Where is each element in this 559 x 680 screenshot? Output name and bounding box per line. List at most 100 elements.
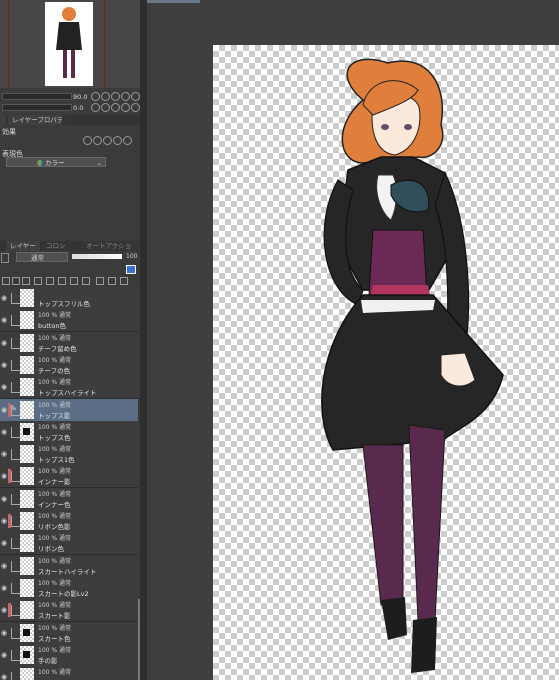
- eye-icon[interactable]: ◉: [0, 577, 8, 599]
- navigator-thumbnail[interactable]: [45, 2, 93, 86]
- layer-thumbnail: [20, 355, 34, 374]
- eye-icon[interactable]: ◉: [0, 443, 8, 465]
- canvas-tab[interactable]: [147, 0, 200, 3]
- draft-layer-icon[interactable]: [58, 277, 66, 285]
- effect-label: 効果: [2, 128, 16, 136]
- actual-size-icon[interactable]: [121, 92, 130, 101]
- tab-correction[interactable]: コロシ: [42, 241, 70, 251]
- rotate-left-icon[interactable]: [91, 103, 100, 112]
- layer-row[interactable]: ◉ 100 % 通常 スカートの影Lv2: [0, 576, 138, 600]
- layer-mode: 100 % 通常: [38, 356, 71, 364]
- clip-link-icon: [11, 359, 20, 371]
- layer-thumbnail: [20, 556, 34, 575]
- layer-list: ◉ トップスフリル色 ◉ 100 % 通常 button色 ◉ 100 % 通常 チーフ留め色…: [0, 287, 140, 680]
- panel-divider[interactable]: [140, 0, 147, 680]
- fit-window-icon[interactable]: [131, 92, 140, 101]
- rotate-right-icon[interactable]: [101, 103, 110, 112]
- rotate-slider[interactable]: [2, 104, 72, 111]
- texture-icon[interactable]: [113, 136, 122, 145]
- opacity-slider[interactable]: [72, 254, 122, 259]
- fit-icon[interactable]: [111, 92, 120, 101]
- layer-name: 手の影: [38, 656, 58, 665]
- layer-row[interactable]: ◉ 100 % 通常 リボン色影: [0, 510, 138, 533]
- eye-icon[interactable]: ◉: [0, 421, 8, 443]
- eye-icon[interactable]: ◉: [0, 309, 8, 331]
- layer-row[interactable]: ◉ 100 % 通常 チーフ留め色: [0, 331, 138, 355]
- trash-icon[interactable]: [108, 277, 116, 285]
- layer-row[interactable]: ◉ 100 % 通常 手の影: [0, 643, 138, 667]
- eye-icon[interactable]: ◉: [0, 622, 8, 644]
- layer-name: スカートハイライト: [38, 567, 97, 576]
- flip-horizontal-icon[interactable]: [121, 103, 130, 112]
- flip-vertical-icon[interactable]: [131, 103, 140, 112]
- tab-layer[interactable]: レイヤー: [6, 241, 40, 251]
- layer-color-icon[interactable]: [103, 136, 112, 145]
- eye-icon[interactable]: ◉: [0, 488, 8, 510]
- eye-icon[interactable]: ◉: [0, 555, 8, 577]
- border-effect-icon[interactable]: [83, 136, 92, 145]
- eye-icon[interactable]: ◉: [0, 287, 8, 309]
- canvas[interactable]: [213, 45, 559, 680]
- layer-row[interactable]: ◉ ✎ 100 % 通常 トップス影: [0, 398, 138, 422]
- new-folder-icon[interactable]: [22, 277, 30, 285]
- layer-mode: 100 % 通常: [38, 423, 71, 431]
- layer-row[interactable]: ◉ 100 % 通常 スカート色: [0, 621, 138, 645]
- zoom-out-icon[interactable]: [91, 92, 100, 101]
- zoom-in-icon[interactable]: [101, 92, 110, 101]
- clip-icon[interactable]: [34, 277, 42, 285]
- merge-down-icon[interactable]: [96, 277, 104, 285]
- zoom-slider[interactable]: [2, 93, 72, 100]
- clip-link-icon: [11, 337, 20, 349]
- layer-name: リボン色影: [38, 523, 71, 531]
- more-effects-icon[interactable]: [123, 136, 132, 145]
- layer-thumbnail: [20, 422, 34, 441]
- layer-row[interactable]: ◉ 100 % 通常 トップスハイライト: [0, 376, 138, 400]
- reset-rotate-icon[interactable]: [111, 103, 120, 112]
- eye-icon[interactable]: ◉: [0, 532, 8, 554]
- layer-row[interactable]: ◉ 100 % 通常 インナー色: [0, 487, 138, 511]
- layer-name: トップス影: [38, 411, 71, 420]
- tab-extra[interactable]: [62, 115, 76, 125]
- lock-transparency-icon[interactable]: [70, 277, 78, 285]
- new-vector-layer-icon[interactable]: [12, 277, 20, 285]
- layer-row[interactable]: ◉ 100 % 通常 リボン色: [0, 532, 138, 556]
- layer-row[interactable]: ◉ 100 % 通常 インナー影: [0, 465, 138, 489]
- lock-icon[interactable]: [1, 253, 9, 263]
- layer-row[interactable]: ◉ 100 % 通常: [0, 666, 138, 680]
- eye-icon[interactable]: ◉: [0, 599, 8, 621]
- layer-row[interactable]: ◉ 100 % 通常 スカートハイライト: [0, 554, 138, 578]
- left-panel: 90.0 0.0 レイヤープロパティ 効果 表現色 カラー ⌄ レイヤー コロシ…: [0, 0, 140, 680]
- tab-auto-action[interactable]: オートアクション: [82, 241, 140, 260]
- layer-row[interactable]: ◉ トップスフリル色: [0, 287, 138, 310]
- menu-icon[interactable]: [120, 277, 128, 285]
- eye-icon[interactable]: ◉: [0, 465, 8, 487]
- layer-row[interactable]: ◉ 100 % 通常 スカート影: [0, 599, 138, 623]
- eye-icon[interactable]: ◉: [0, 644, 8, 666]
- blend-mode-row: 通常 100: [0, 252, 140, 263]
- tone-effect-icon[interactable]: [93, 136, 102, 145]
- layer-row[interactable]: ◉ 100 % 通常 トップス色: [0, 420, 138, 444]
- new-layer-icon[interactable]: [2, 277, 10, 285]
- layer-row[interactable]: ◉ 100 % 通常 トップス1色: [0, 443, 138, 467]
- eye-icon[interactable]: ◉: [0, 332, 8, 354]
- rotate-value[interactable]: 0.0: [73, 104, 83, 112]
- layer-color-swatch[interactable]: [126, 265, 136, 274]
- character-illustration: [321, 58, 504, 673]
- layer-row[interactable]: ◉ 100 % 通常 チーフの色: [0, 353, 138, 377]
- tab-icon[interactable]: [0, 115, 6, 125]
- opacity-value[interactable]: 100: [126, 253, 137, 260]
- thumbnail-figure-image: [56, 7, 82, 78]
- layer-mode: 100 % 通常: [38, 401, 71, 409]
- eye-icon[interactable]: ◉: [0, 666, 8, 680]
- clip-link-icon: [11, 560, 20, 572]
- eye-icon[interactable]: ◉: [0, 376, 8, 398]
- color-mode-dropdown[interactable]: カラー ⌄: [6, 157, 106, 167]
- zoom-value[interactable]: 90.0: [73, 93, 87, 101]
- layer-row[interactable]: ◉ 100 % 通常 button色: [0, 309, 138, 333]
- mask-icon[interactable]: [82, 277, 90, 285]
- eye-icon[interactable]: ◉: [0, 510, 8, 532]
- blend-mode-dropdown[interactable]: 通常: [16, 252, 68, 262]
- eye-icon[interactable]: ◉: [0, 399, 8, 421]
- eye-icon[interactable]: ◉: [0, 354, 8, 376]
- reference-layer-icon[interactable]: [46, 277, 54, 285]
